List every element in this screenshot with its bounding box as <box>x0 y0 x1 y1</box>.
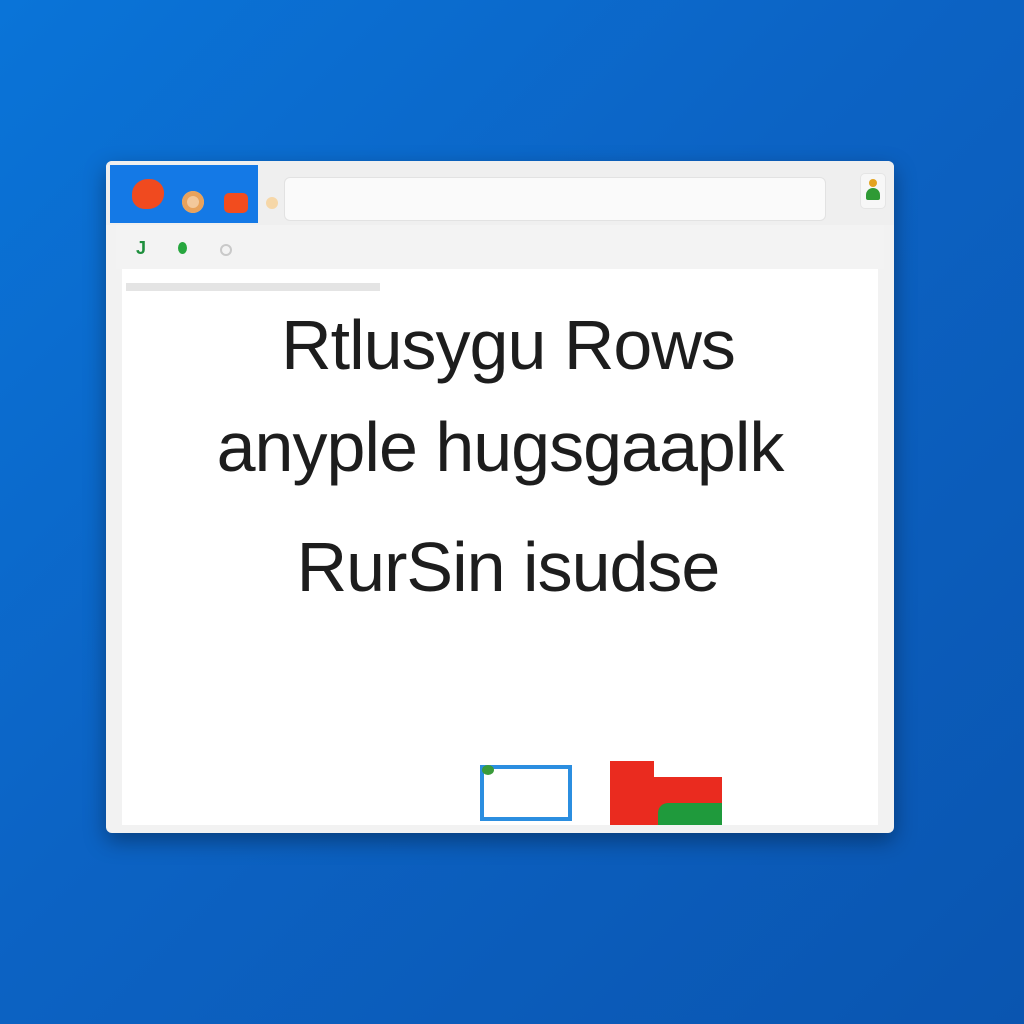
browser-window: J Rtlusygu Rows anyple hugsgaaplk RurSin… <box>106 161 894 833</box>
page-content: Rtlusygu Rows anyple hugsgaaplk RurSin i… <box>122 269 878 825</box>
window-controls <box>110 165 258 223</box>
reload-icon[interactable] <box>220 244 232 256</box>
content-line-2: anyple hugsgaaplk <box>216 408 785 486</box>
title-bar <box>106 161 894 225</box>
profile-body-icon <box>866 188 880 200</box>
back-icon[interactable]: J <box>136 239 146 257</box>
thumbnail-green-block <box>658 803 722 825</box>
minimize-dot-icon[interactable] <box>182 191 204 213</box>
user-profile-icon[interactable] <box>860 173 886 209</box>
maximize-dot-icon[interactable] <box>224 193 248 213</box>
forward-dot-icon[interactable] <box>178 242 187 254</box>
window-thumbnail-red[interactable] <box>610 761 722 825</box>
window-thumbnail-blue[interactable] <box>480 765 572 821</box>
thumbnail-tab <box>654 761 722 777</box>
address-bar[interactable] <box>284 177 826 221</box>
thumbnail-marker-icon <box>482 765 494 775</box>
navigation-toolbar: J <box>116 225 884 269</box>
close-dot-icon[interactable] <box>132 179 164 209</box>
content-line-1: Rtlusygu Rows <box>281 306 736 384</box>
profile-head-icon <box>869 179 877 187</box>
content-line-3: RurSin isudse <box>296 528 721 606</box>
site-info-icon[interactable] <box>266 197 278 209</box>
loading-bar <box>126 283 380 291</box>
